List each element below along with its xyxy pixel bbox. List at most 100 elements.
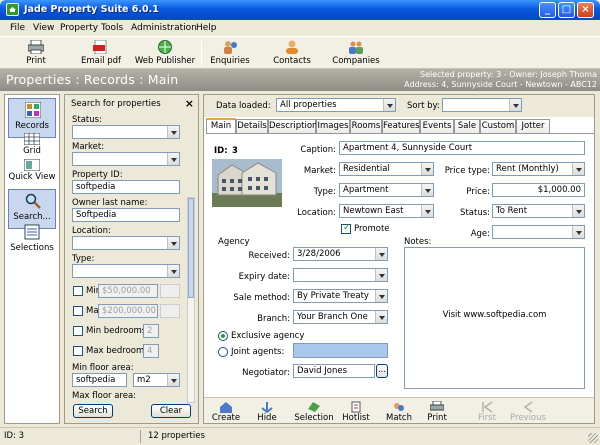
search-scrollbar[interactable] bbox=[187, 197, 195, 403]
joint-agents-input[interactable] bbox=[293, 343, 388, 358]
enquiries-button[interactable]: Enquiries bbox=[206, 38, 254, 68]
email-pdf-button[interactable]: Email pdf bbox=[72, 38, 130, 68]
nav-quick-view[interactable]: Quick View bbox=[8, 158, 56, 185]
branch-select[interactable]: Your Branch One bbox=[293, 310, 388, 324]
previous-button[interactable]: Previous bbox=[508, 400, 548, 424]
status-select[interactable] bbox=[72, 125, 180, 139]
promote-label: Promote bbox=[354, 224, 390, 234]
tab-strip: Main Details Description Images Rooms Fe… bbox=[206, 118, 594, 134]
min-floor-input[interactable]: softpedia bbox=[72, 373, 127, 387]
scrollbar-thumb[interactable] bbox=[188, 198, 194, 298]
tab-details[interactable]: Details bbox=[236, 119, 268, 133]
close-button[interactable]: × bbox=[577, 2, 594, 18]
web-publisher-button[interactable]: Web Publisher bbox=[134, 38, 196, 68]
owner-last-name-input[interactable]: Softpedia bbox=[72, 208, 180, 222]
tab-description[interactable]: Description bbox=[268, 119, 317, 133]
sort-by-label: Sort by: bbox=[407, 101, 440, 111]
first-button[interactable]: First bbox=[472, 400, 502, 424]
tab-custom[interactable]: Custom bbox=[480, 119, 516, 133]
exclusive-agency-radio[interactable] bbox=[218, 331, 228, 341]
type-field-select[interactable]: Apartment bbox=[339, 183, 434, 197]
toolbar: Print Email pdf Web Publisher Enquiries … bbox=[0, 37, 600, 69]
nav-records[interactable]: Records bbox=[8, 98, 56, 138]
print-button[interactable]: Print bbox=[422, 400, 452, 424]
negotiator-input[interactable]: David Jones bbox=[293, 364, 375, 378]
hotlist-button[interactable]: Hotlist bbox=[338, 400, 374, 424]
max-price-spinner[interactable] bbox=[160, 304, 180, 318]
status-separator bbox=[140, 430, 141, 443]
create-button[interactable]: Create bbox=[208, 400, 244, 424]
location-field-select[interactable]: Newtown East bbox=[339, 204, 434, 218]
min-price-spinner[interactable] bbox=[160, 284, 180, 298]
resize-grip[interactable] bbox=[588, 433, 598, 443]
menu-property[interactable]: Property bbox=[60, 23, 98, 33]
joint-agents-label: Joint agents: bbox=[231, 347, 285, 357]
tab-sale[interactable]: Sale bbox=[454, 119, 480, 133]
nav-grid[interactable]: Grid bbox=[8, 132, 56, 159]
menu-view[interactable]: View bbox=[33, 23, 54, 33]
chevron-down-icon bbox=[375, 248, 387, 260]
minimize-button[interactable]: _ bbox=[539, 2, 556, 18]
tab-events[interactable]: Events bbox=[420, 119, 454, 133]
create-icon bbox=[219, 401, 233, 413]
tab-rooms[interactable]: Rooms bbox=[350, 119, 382, 133]
selection-button[interactable]: Selection bbox=[294, 400, 334, 424]
min-floor-label: Min floor area: bbox=[72, 363, 134, 373]
location-select[interactable] bbox=[72, 236, 180, 250]
expiry-date-picker[interactable] bbox=[293, 268, 388, 282]
nav-selections[interactable]: Selections bbox=[8, 221, 56, 261]
menu-file[interactable]: File bbox=[10, 23, 25, 33]
view-navigator: Records Grid Quick View Search... Select… bbox=[4, 94, 60, 424]
min-bedrooms-input[interactable]: 2 bbox=[143, 324, 159, 338]
min-price-checkbox[interactable] bbox=[73, 286, 83, 296]
sale-method-select[interactable]: By Private Treaty bbox=[293, 289, 388, 303]
max-bedrooms-checkbox[interactable] bbox=[73, 346, 83, 356]
menu-help[interactable]: Help bbox=[196, 23, 217, 33]
promote-checkbox[interactable] bbox=[341, 223, 351, 234]
menu-administration[interactable]: Administration bbox=[131, 23, 197, 33]
property-id-input[interactable]: softpedia bbox=[72, 180, 180, 194]
status-count: 12 properties bbox=[148, 431, 205, 441]
type-select[interactable] bbox=[72, 264, 180, 278]
market-select[interactable] bbox=[72, 152, 180, 166]
contacts-button[interactable]: Contacts bbox=[268, 38, 316, 68]
negotiator-browse-button[interactable]: ... bbox=[376, 364, 388, 378]
close-icon[interactable]: × bbox=[185, 97, 194, 110]
hotlist-icon bbox=[349, 401, 363, 413]
maximize-button[interactable]: □ bbox=[558, 2, 575, 18]
chevron-down-icon bbox=[421, 184, 433, 196]
tab-jotter[interactable]: Jotter bbox=[516, 119, 550, 133]
min-price-input[interactable]: $50,000.00 bbox=[98, 284, 158, 298]
age-select[interactable] bbox=[492, 225, 585, 239]
chevron-down-icon bbox=[383, 99, 395, 111]
status-field-select[interactable]: To Rent bbox=[492, 204, 585, 218]
id-label: ID: bbox=[214, 146, 228, 156]
hide-button[interactable]: Hide bbox=[250, 400, 284, 424]
data-loaded-select[interactable]: All properties bbox=[276, 98, 396, 112]
tab-images[interactable]: Images bbox=[316, 119, 350, 133]
app-icon bbox=[6, 3, 19, 16]
min-floor-unit-select[interactable]: m2 bbox=[133, 373, 180, 387]
menu-tools[interactable]: Tools bbox=[101, 23, 123, 33]
search-button[interactable]: Search bbox=[73, 404, 113, 418]
match-button[interactable]: Match bbox=[382, 400, 416, 424]
clear-button[interactable]: Clear bbox=[151, 404, 191, 418]
contacts-icon bbox=[284, 40, 300, 54]
max-price-checkbox[interactable] bbox=[73, 306, 83, 316]
tab-main[interactable]: Main bbox=[206, 118, 236, 134]
tab-features[interactable]: Features bbox=[382, 119, 420, 133]
print-toolbar-button[interactable]: Print bbox=[14, 38, 58, 68]
price-type-select[interactable]: Rent (Monthly) bbox=[492, 162, 585, 176]
companies-button[interactable]: Companies bbox=[328, 38, 384, 68]
caption-input[interactable]: Apartment 4, Sunnyside Court bbox=[339, 141, 585, 155]
price-input[interactable]: $1,000.00 bbox=[492, 183, 585, 197]
received-date-picker[interactable]: 3/28/2006 bbox=[293, 247, 388, 261]
joint-agents-radio[interactable] bbox=[218, 347, 228, 357]
min-bedrooms-checkbox[interactable] bbox=[73, 326, 83, 336]
max-price-input[interactable]: $200,000.00 bbox=[98, 304, 158, 318]
notes-textarea[interactable]: Visit www.softpedia.com bbox=[404, 247, 585, 389]
sort-by-select[interactable] bbox=[442, 98, 522, 112]
max-bedrooms-input[interactable]: 4 bbox=[143, 344, 159, 358]
market-field-select[interactable]: Residential bbox=[339, 162, 434, 176]
previous-icon bbox=[521, 401, 535, 413]
